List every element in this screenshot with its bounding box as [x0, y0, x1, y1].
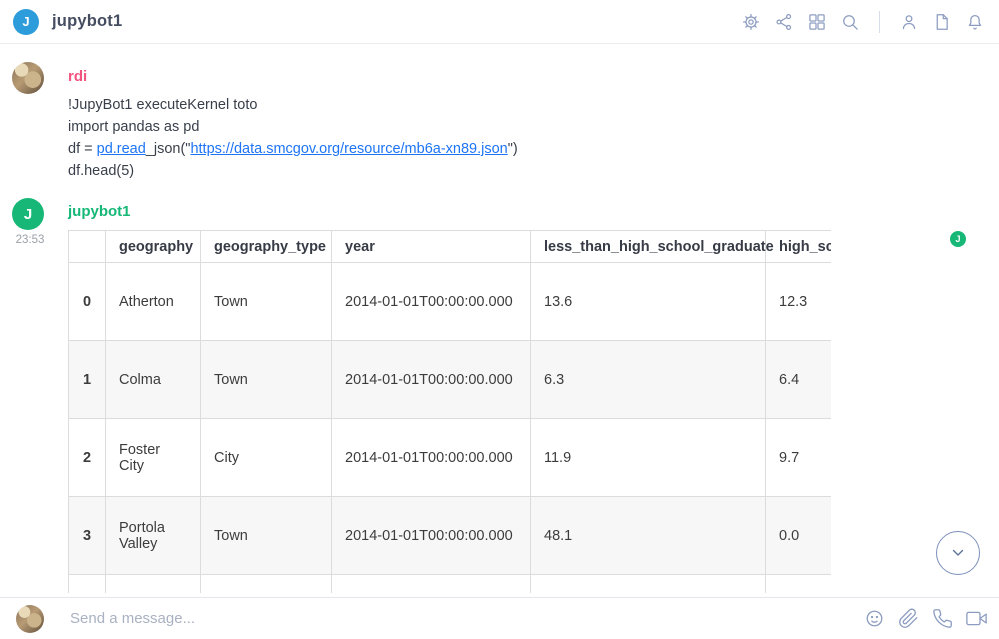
message-line: df = pd.read_json("https://data.smcgov.o…: [68, 138, 518, 160]
channel-title: jupybot1: [52, 12, 122, 31]
message-line: df.head(5): [68, 160, 518, 182]
table-cell: Colma: [106, 341, 201, 419]
chevron-down-icon: [948, 543, 968, 563]
gear-icon[interactable]: [740, 11, 762, 33]
table-cell: 9.7: [766, 419, 832, 497]
rdi-message-text: !JupyBot1 executeKernel toto import pand…: [68, 94, 518, 182]
row-index: 3: [69, 497, 106, 575]
bell-icon[interactable]: [964, 11, 986, 33]
row-index: 0: [69, 263, 106, 341]
table-row: 3 Portola Valley Town 2014-01-01T00:00:0…: [69, 497, 832, 575]
message-input[interactable]: [70, 610, 863, 627]
table-cell: 2014-01-01T00:00:00.000: [332, 263, 531, 341]
column-header: [69, 231, 106, 263]
row-index: [69, 575, 106, 594]
jupybot1-avatar[interactable]: J: [12, 198, 44, 230]
table-row-partial: [69, 575, 832, 594]
table-cell: 13.6: [531, 263, 766, 341]
column-header: geography: [106, 231, 201, 263]
table-cell: Portola Valley: [106, 497, 201, 575]
channel-avatar[interactable]: J: [13, 9, 39, 35]
person-icon[interactable]: [898, 11, 920, 33]
column-header: year: [332, 231, 531, 263]
table-row: 1 Colma Town 2014-01-01T00:00:00.000 6.3…: [69, 341, 832, 419]
bot-presence-badge: J: [950, 231, 966, 247]
file-icon[interactable]: [931, 11, 953, 33]
table-cell: [332, 575, 531, 594]
paperclip-icon[interactable]: [897, 608, 919, 630]
table-row: 2 Foster City City 2014-01-01T00:00:00.0…: [69, 419, 832, 497]
header-divider: [879, 11, 880, 33]
table-cell: 12.3: [766, 263, 832, 341]
share-icon[interactable]: [773, 11, 795, 33]
table-cell: City: [201, 419, 332, 497]
chat-window: J jupybot1: [0, 0, 999, 639]
table-cell: Town: [201, 263, 332, 341]
table-cell: 11.9: [531, 419, 766, 497]
emoji-icon[interactable]: [863, 608, 885, 630]
table-cell: Town: [201, 341, 332, 419]
table-cell: Town: [201, 497, 332, 575]
table-row: 0 Atherton Town 2014-01-01T00:00:00.000 …: [69, 263, 832, 341]
table-cell: Atherton: [106, 263, 201, 341]
grid-icon[interactable]: [806, 11, 828, 33]
rdi-avatar[interactable]: [12, 62, 44, 94]
channel-header: J jupybot1: [0, 0, 999, 44]
phone-icon[interactable]: [931, 608, 953, 630]
table-cell: 2014-01-01T00:00:00.000: [332, 497, 531, 575]
header-actions: [740, 0, 986, 44]
table-cell: 48.1: [531, 497, 766, 575]
composer-actions: [863, 608, 987, 630]
jupybot1-username[interactable]: jupybot1: [68, 203, 131, 220]
message-timestamp: 23:53: [11, 234, 49, 246]
dataset-url-link[interactable]: https://data.smcgov.org/resource/mb6a-xn…: [190, 141, 507, 157]
column-header: high_sc: [766, 231, 832, 263]
row-index: 1: [69, 341, 106, 419]
message-line: import pandas as pd: [68, 116, 518, 138]
code-text: df =: [68, 141, 97, 157]
current-user-avatar: [16, 605, 44, 633]
row-index: 2: [69, 419, 106, 497]
table-cell: [766, 575, 832, 594]
video-camera-icon[interactable]: [965, 608, 987, 630]
dataframe-table: geography geography_type year less_than_…: [68, 230, 831, 593]
table-cell: 6.4: [766, 341, 832, 419]
message-line: !JupyBot1 executeKernel toto: [68, 94, 518, 116]
code-text: _json(": [146, 141, 191, 157]
rdi-username[interactable]: rdi: [68, 68, 87, 85]
code-text: "): [508, 141, 518, 157]
table-header-row: geography geography_type year less_than_…: [69, 231, 832, 263]
table-cell: [201, 575, 332, 594]
table-cell: 0.0: [766, 497, 832, 575]
column-header: less_than_high_school_graduate: [531, 231, 766, 263]
table-cell: Foster City: [106, 419, 201, 497]
table-cell: 2014-01-01T00:00:00.000: [332, 341, 531, 419]
message-composer: [0, 597, 999, 639]
scroll-to-bottom-button[interactable]: [936, 531, 980, 575]
pd-read-link[interactable]: pd.read: [97, 141, 146, 157]
search-icon[interactable]: [839, 11, 861, 33]
column-header: geography_type: [201, 231, 332, 263]
table-cell: [531, 575, 766, 594]
table-cell: 6.3: [531, 341, 766, 419]
table-cell: [106, 575, 201, 594]
table-cell: 2014-01-01T00:00:00.000: [332, 419, 531, 497]
